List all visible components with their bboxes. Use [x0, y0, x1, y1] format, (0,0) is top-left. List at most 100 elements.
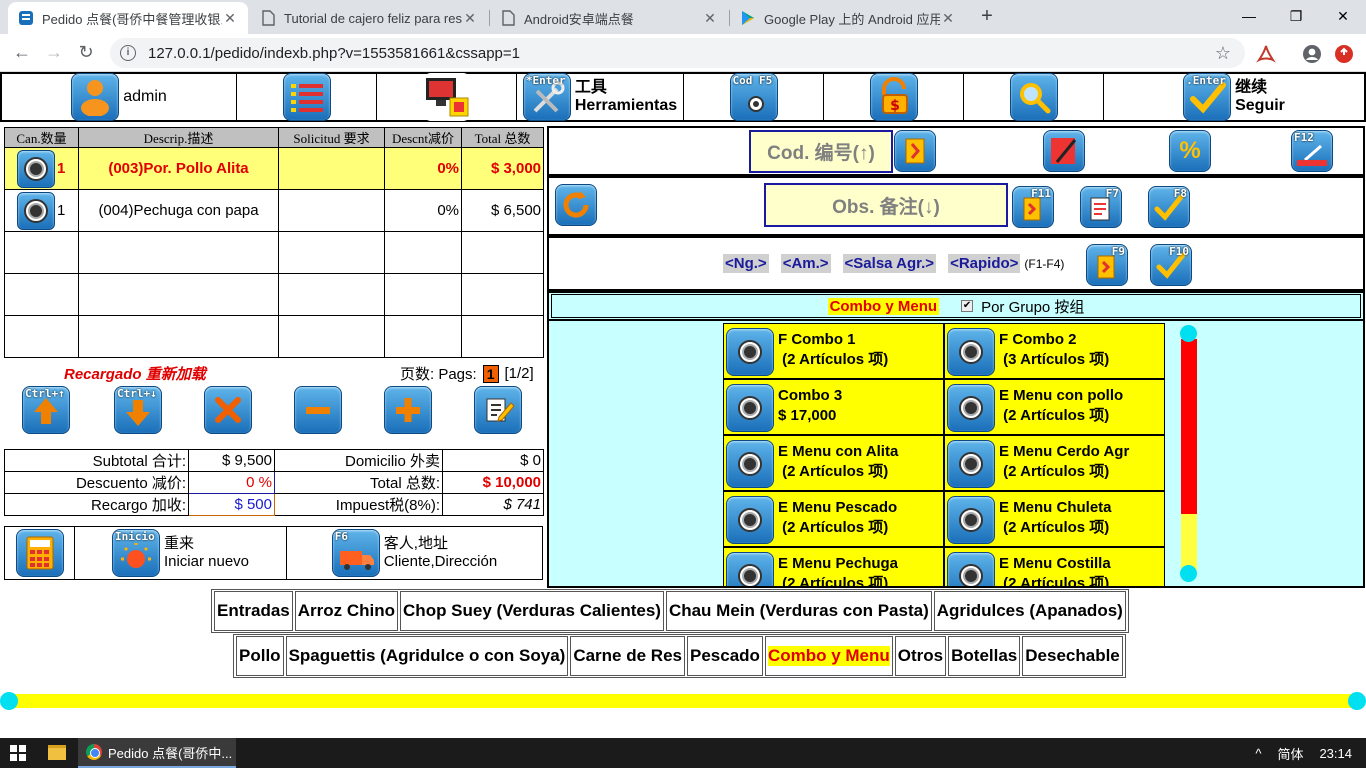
category-carne-de-res[interactable]: Carne de Res: [570, 636, 685, 676]
plate-icon[interactable]: [17, 149, 55, 188]
back-arrow-icon[interactable]: ←: [10, 41, 34, 65]
group-checkbox[interactable]: ✔: [961, 300, 974, 312]
menu-item[interactable]: Combo 3 $ 17,000: [723, 379, 944, 435]
menu-item[interactable]: E Menu Pescado (2 Artículos 项): [723, 491, 944, 547]
scrollbar-thumb[interactable]: [1181, 339, 1197, 514]
print-screen-button[interactable]: [377, 73, 517, 121]
descuento-input[interactable]: 0 %: [188, 471, 275, 494]
omnibox[interactable]: i 127.0.0.1/pedido/indexb.php?v=15535816…: [110, 38, 1245, 68]
table-row[interactable]: 1 (004)Pechuga con papa 0% $ 6,500: [4, 189, 544, 232]
reload-link[interactable]: Recargado 重新加载: [64, 363, 206, 384]
windows-start-icon[interactable]: [10, 745, 26, 761]
f11-button[interactable]: F11: [1012, 186, 1054, 228]
taskbar-chrome-app[interactable]: Pedido 点餐(哥侨中...: [78, 738, 236, 768]
info-icon[interactable]: i: [120, 45, 136, 61]
ime-indicator[interactable]: 简体: [1277, 744, 1303, 763]
menu-item[interactable]: E Menu Costilla (2 Artículos 项): [944, 547, 1165, 586]
continue-button[interactable]: .Enter 继续 Seguir: [1104, 73, 1364, 121]
f12-button[interactable]: F12: [1291, 130, 1333, 172]
category-agridulces[interactable]: Agridulces (Apanados): [933, 591, 1126, 631]
current-page-button[interactable]: 1: [482, 364, 499, 383]
recargo-input[interactable]: $ 500: [188, 493, 275, 516]
discount-cell[interactable]: 0%: [384, 189, 462, 232]
forward-arrow-icon[interactable]: →: [42, 41, 66, 65]
tab-tutorial[interactable]: Tutorial de cajero feliz para restaurant…: [250, 2, 488, 34]
search-button[interactable]: [964, 73, 1104, 121]
cash-drawer-button[interactable]: $: [824, 73, 964, 121]
scroll-right-handle[interactable]: [1348, 692, 1366, 710]
category-combo-y-menu[interactable]: Combo y Menu: [764, 636, 893, 676]
discount-cell[interactable]: 0%: [384, 147, 462, 190]
menu-item[interactable]: E Menu Cerdo Agr (2 Artículos 项): [944, 435, 1165, 491]
menu-item[interactable]: F Combo 1 (2 Artículos 项): [723, 323, 944, 379]
tools-button[interactable]: *Enter 工具 Herramientas: [517, 73, 684, 121]
edit-button[interactable]: [474, 386, 522, 434]
close-tab-icon[interactable]: ✕: [940, 10, 956, 27]
category-otros[interactable]: Otros: [894, 636, 947, 676]
user-button[interactable]: admin: [2, 73, 237, 121]
update-alert-icon[interactable]: [1334, 44, 1354, 64]
minus-button[interactable]: [294, 386, 342, 434]
close-window-button[interactable]: ✕: [1320, 4, 1366, 28]
tab-google-play[interactable]: Google Play 上的 Android 应用 ✕: [730, 2, 966, 34]
tab-pedido[interactable]: Pedido 点餐(哥侨中餐管理收银系统) ✕: [8, 2, 248, 34]
scrollbar-track[interactable]: [8, 694, 1358, 708]
menu-item[interactable]: E Menu Chuleta (2 Artículos 项): [944, 491, 1165, 547]
delete-button[interactable]: [204, 386, 252, 434]
f7-button[interactable]: F7: [1080, 186, 1122, 228]
category-botellas[interactable]: Botellas: [948, 636, 1021, 676]
scroll-down-handle[interactable]: [1180, 565, 1197, 582]
percent-discount-button[interactable]: %: [1169, 130, 1211, 172]
move-up-button[interactable]: Ctrl+↑: [22, 386, 70, 434]
tag-rapido[interactable]: <Rapido>: [948, 254, 1021, 273]
close-tab-icon[interactable]: ✕: [462, 10, 478, 27]
f10-button[interactable]: F10: [1150, 244, 1192, 286]
menu-scrollbar[interactable]: [1179, 325, 1199, 583]
category-arroz-chino[interactable]: Arroz Chino: [294, 591, 399, 631]
category-chau-mein[interactable]: Chau Mein (Verduras con Pasta): [665, 591, 932, 631]
file-explorer-icon[interactable]: [48, 745, 66, 760]
maximize-button[interactable]: ❐: [1273, 4, 1319, 28]
code-input-box[interactable]: Cod. 编号(↑): [749, 130, 893, 173]
desc-cell[interactable]: (003)Por. Pollo Alita: [78, 147, 279, 190]
category-pollo[interactable]: Pollo: [236, 636, 284, 676]
move-down-button[interactable]: Ctrl+↓: [114, 386, 162, 434]
table-row[interactable]: 1 (003)Por. Pollo Alita 0% $ 3,000: [4, 147, 544, 190]
refresh-button[interactable]: [555, 184, 597, 226]
qty-cell[interactable]: 1: [4, 147, 79, 190]
bookmark-star-icon[interactable]: ☆: [1215, 43, 1231, 64]
menu-item[interactable]: F Combo 2 (3 Artículos 项): [944, 323, 1165, 379]
category-scrollbar[interactable]: [0, 691, 1366, 711]
code-lookup-button[interactable]: [894, 130, 936, 172]
desc-cell[interactable]: (004)Pechuga con papa: [78, 189, 279, 232]
request-cell[interactable]: [278, 147, 385, 190]
tab-android[interactable]: Android安卓端点餐 ✕: [490, 2, 728, 34]
category-pescado[interactable]: Pescado: [687, 636, 763, 676]
tag-am[interactable]: <Am.>: [780, 254, 831, 273]
minimize-button[interactable]: —: [1226, 4, 1272, 28]
menu-item[interactable]: E Menu con pollo (2 Artículos 项): [944, 379, 1165, 435]
f8-button[interactable]: F8: [1148, 186, 1190, 228]
order-list-button[interactable]: [237, 73, 377, 121]
category-desechable[interactable]: Desechable: [1022, 636, 1123, 676]
plus-button[interactable]: [384, 386, 432, 434]
reload-icon[interactable]: ↻: [74, 41, 98, 65]
new-tab-button[interactable]: +: [976, 6, 998, 28]
category-chop-suey[interactable]: Chop Suey (Verduras Calientes): [400, 591, 664, 631]
scroll-left-handle[interactable]: [0, 692, 18, 710]
qty-cell[interactable]: 1: [4, 189, 79, 232]
close-tab-icon[interactable]: ✕: [222, 10, 238, 27]
profile-avatar-icon[interactable]: [1302, 44, 1322, 64]
menu-item[interactable]: E Menu Pechuga (2 Artículos 项): [723, 547, 944, 586]
category-entradas[interactable]: Entradas: [214, 591, 293, 631]
client-address-button[interactable]: F6 客人,地址 Cliente,Dirección: [287, 527, 542, 579]
close-tab-icon[interactable]: ✕: [702, 10, 718, 27]
tag-ng[interactable]: <Ng.>: [723, 254, 769, 273]
request-cell[interactable]: [278, 189, 385, 232]
tray-expand-icon[interactable]: ^: [1255, 746, 1261, 761]
pdf-extension-icon[interactable]: [1256, 44, 1276, 64]
calculator-button[interactable]: [5, 527, 75, 579]
code-search-button[interactable]: Cod F5: [684, 73, 824, 121]
observation-input-box[interactable]: Obs. 备注(↓): [764, 183, 1008, 227]
clock[interactable]: 23:14: [1319, 746, 1352, 761]
